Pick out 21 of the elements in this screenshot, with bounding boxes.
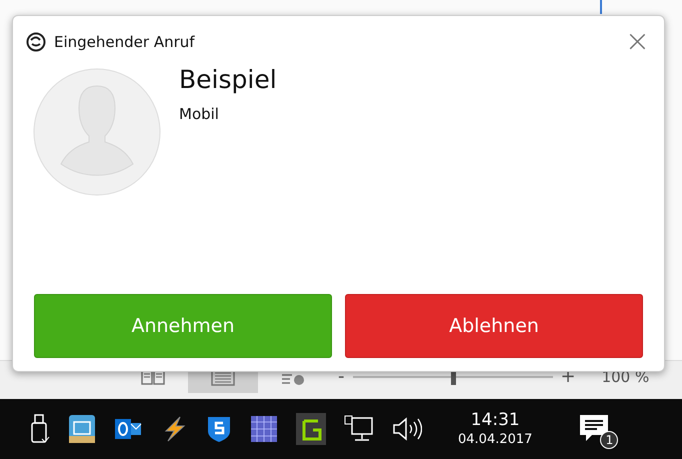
caller-type: Mobil xyxy=(179,104,220,126)
grid-app-icon[interactable] xyxy=(250,415,278,443)
notification-badge: 1 xyxy=(600,431,618,449)
zoom-out-button[interactable]: - xyxy=(338,368,344,386)
avatar-icon xyxy=(33,68,161,196)
popup-title: Eingehender Anruf xyxy=(54,32,195,53)
app-icon[interactable] xyxy=(68,414,96,444)
phone-bubble-icon xyxy=(26,32,46,52)
decline-button[interactable]: Ablehnen xyxy=(345,294,643,358)
caller-name: Beispiel xyxy=(179,64,277,96)
mail-app-icon[interactable] xyxy=(114,416,142,442)
usb-drive-icon[interactable] xyxy=(30,414,50,444)
clock-time[interactable]: 14:31 xyxy=(470,410,520,432)
zoom-slider[interactable] xyxy=(352,369,552,385)
speaker-icon[interactable] xyxy=(392,416,422,442)
zoom-in-button[interactable]: + xyxy=(560,368,576,386)
close-button[interactable]: × xyxy=(624,27,650,57)
network-icon[interactable] xyxy=(344,415,374,443)
shield-icon[interactable] xyxy=(206,415,232,443)
clock-date[interactable]: 04.04.2017 xyxy=(458,432,532,448)
letter-g-app-icon[interactable] xyxy=(296,413,326,445)
